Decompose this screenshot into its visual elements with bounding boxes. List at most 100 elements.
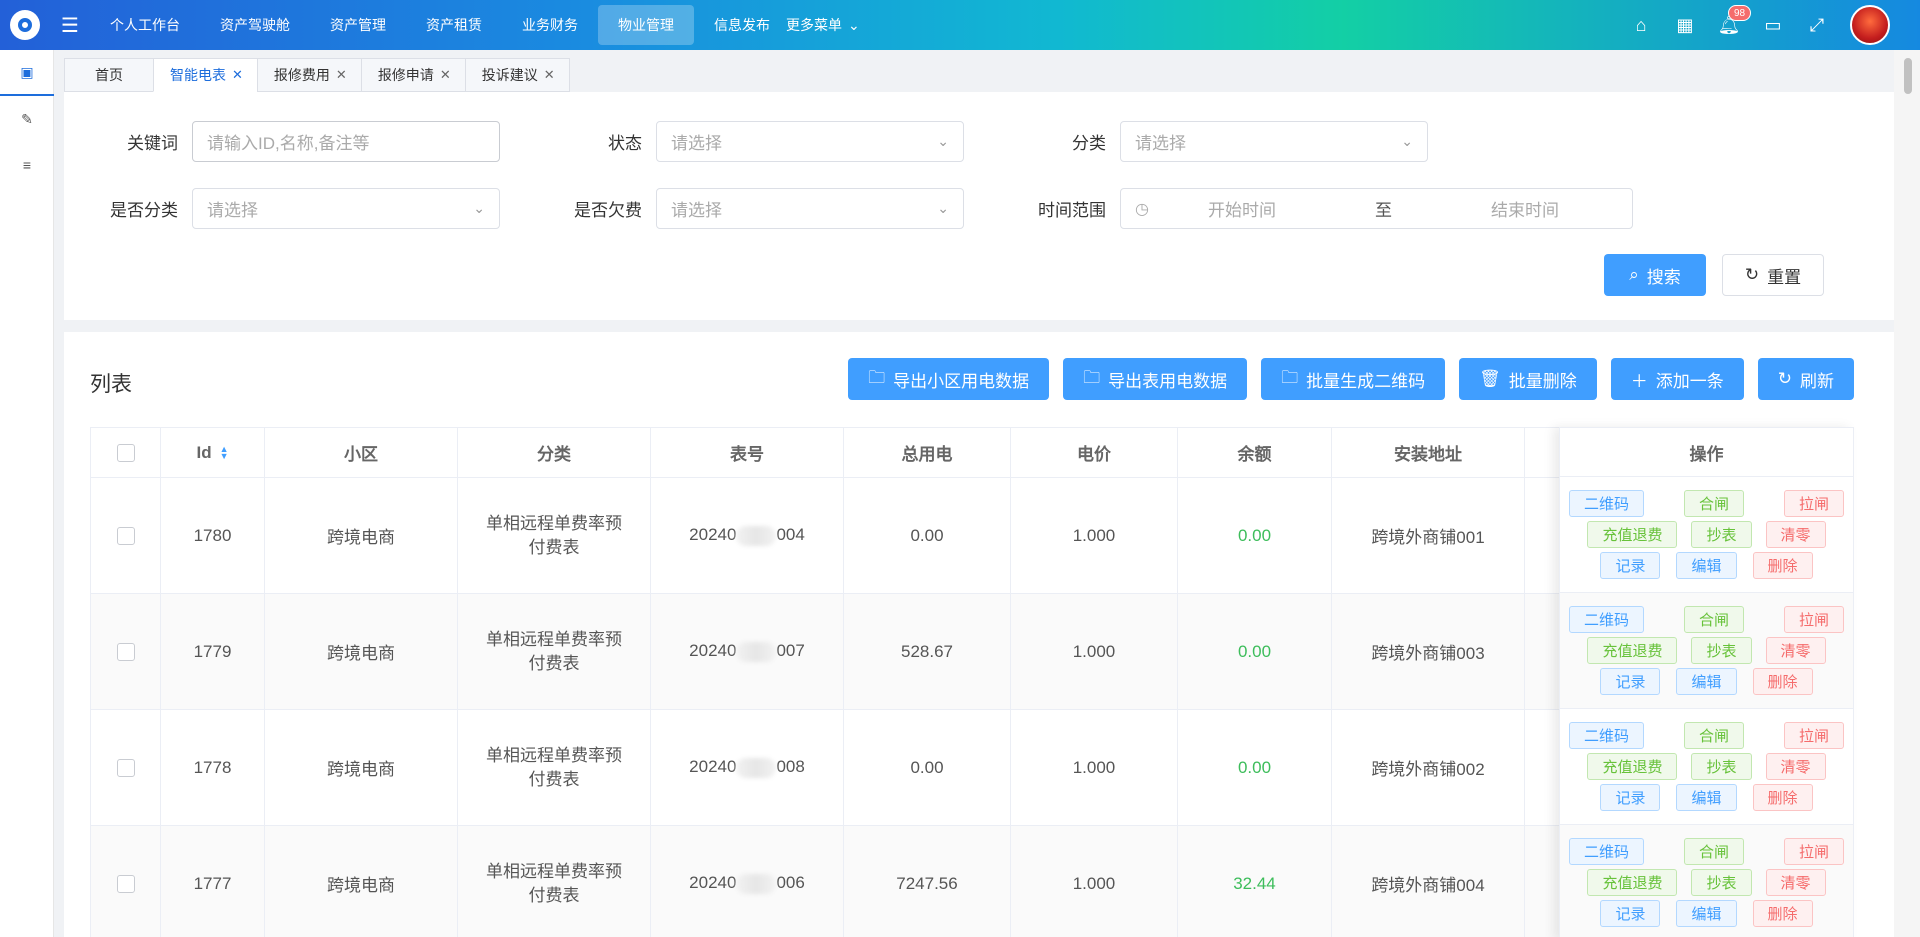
export-community-button[interactable]: 🗀︎ 导出小区用电数据 xyxy=(848,358,1050,400)
search-button[interactable]: ⌕ 搜索 xyxy=(1604,254,1706,296)
edit-button[interactable]: 编辑 xyxy=(1676,668,1737,695)
read-meter-button[interactable]: 抄表 xyxy=(1691,753,1752,780)
delete-button[interactable]: 删除 xyxy=(1752,784,1813,811)
recharge-refund-button[interactable]: 充值退费 xyxy=(1587,753,1678,780)
open-switch-button[interactable]: 拉闸 xyxy=(1784,606,1845,633)
end-time-input[interactable]: 结束时间 xyxy=(1432,196,1618,221)
col-balance-header: 余额 xyxy=(1177,427,1332,478)
qrcode-button[interactable]: 二维码 xyxy=(1568,722,1644,749)
tab-repair-requests[interactable]: 报修申请 ✕ xyxy=(360,58,465,92)
close-switch-button[interactable]: 合闸 xyxy=(1683,490,1744,517)
close-icon[interactable]: ✕ xyxy=(336,67,347,83)
more-menu-label: 更多菜单 xyxy=(786,17,842,33)
row-select-cell[interactable] xyxy=(90,825,161,937)
qrcode-button[interactable]: 二维码 xyxy=(1568,838,1644,865)
nav-item-workbench[interactable]: 个人工作台 xyxy=(90,5,200,45)
clear-button[interactable]: 清零 xyxy=(1765,521,1826,548)
reset-button[interactable]: ↻ 重置 xyxy=(1722,254,1824,296)
delete-button[interactable]: 删除 xyxy=(1752,668,1813,695)
tab-repair-fees[interactable]: 报修费用 ✕ xyxy=(256,58,361,92)
tab-home[interactable]: 首页 xyxy=(64,58,153,92)
community-cell: 跨境电商 xyxy=(264,825,458,937)
is-arrears-select[interactable]: 请选择 ⌄ xyxy=(656,188,964,229)
keyword-input[interactable]: 请输入ID,名称,备注等 xyxy=(192,121,500,162)
select-all-cell[interactable] xyxy=(90,427,161,478)
more-menu[interactable]: 更多菜单 ⌄ xyxy=(780,15,866,35)
col-meter-no-header: 表号 xyxy=(650,427,844,478)
clear-button[interactable]: 清零 xyxy=(1765,753,1826,780)
record-button[interactable]: 记录 xyxy=(1600,668,1661,695)
nav-item-property-management[interactable]: 物业管理 xyxy=(598,5,694,45)
home-icon[interactable]: ⌂ xyxy=(1630,14,1652,36)
nav-item-asset-leasing[interactable]: 资产租赁 xyxy=(406,5,502,45)
delete-button[interactable]: 删除 xyxy=(1752,552,1813,579)
tab-smart-meter[interactable]: 智能电表 ✕ xyxy=(153,58,257,92)
is-classified-select[interactable]: 请选择 ⌄ xyxy=(192,188,500,229)
row-checkbox[interactable] xyxy=(116,875,135,894)
edit-button[interactable]: 编辑 xyxy=(1676,784,1737,811)
batch-delete-button[interactable]: 🗑︎ 批量删除 xyxy=(1459,358,1597,400)
record-button[interactable]: 记录 xyxy=(1600,784,1661,811)
close-icon[interactable]: ✕ xyxy=(232,67,243,83)
sort-icon[interactable]: ▲ ▼ xyxy=(220,445,229,461)
open-switch-button[interactable]: 拉闸 xyxy=(1784,722,1845,749)
apps-grid-icon[interactable]: ▦ xyxy=(1674,14,1696,36)
rail-edit-icon[interactable]: ✎ xyxy=(0,96,54,142)
delete-button[interactable]: 删除 xyxy=(1752,900,1813,927)
edit-button[interactable]: 编辑 xyxy=(1676,552,1737,579)
rail-list-icon[interactable]: ≡ xyxy=(0,142,54,188)
row-select-cell[interactable] xyxy=(90,477,161,594)
recharge-refund-button[interactable]: 充值退费 xyxy=(1587,521,1678,548)
user-avatar[interactable] xyxy=(1850,5,1890,45)
scroll-thumb[interactable] xyxy=(1904,58,1912,94)
recharge-refund-button[interactable]: 充值退费 xyxy=(1587,637,1678,664)
select-all-checkbox[interactable] xyxy=(116,444,135,463)
qrcode-button[interactable]: 二维码 xyxy=(1568,490,1644,517)
open-switch-button[interactable]: 拉闸 xyxy=(1784,838,1845,865)
clear-button[interactable]: 清零 xyxy=(1765,869,1826,896)
edit-button[interactable]: 编辑 xyxy=(1676,900,1737,927)
col-id-header[interactable]: Id ▲ ▼ xyxy=(160,427,265,478)
time-range-picker[interactable]: ◷ 开始时间 至 结束时间 xyxy=(1120,188,1633,229)
chevron-down-icon: ⌄ xyxy=(937,133,949,149)
record-button[interactable]: 记录 xyxy=(1600,552,1661,579)
clear-button[interactable]: 清零 xyxy=(1765,637,1826,664)
batch-qrcode-button[interactable]: 🗀︎ 批量生成二维码 xyxy=(1261,358,1446,400)
app-logo[interactable] xyxy=(0,0,50,50)
tab-complaints[interactable]: 投诉建议 ✕ xyxy=(464,58,570,92)
record-button[interactable]: 记录 xyxy=(1600,900,1661,927)
read-meter-button[interactable]: 抄表 xyxy=(1691,869,1752,896)
close-switch-button[interactable]: 合闸 xyxy=(1683,606,1744,633)
close-icon[interactable]: ✕ xyxy=(440,67,451,83)
qrcode-button[interactable]: 二维码 xyxy=(1568,606,1644,633)
rail-dashboard-icon[interactable]: ▣ xyxy=(0,50,54,96)
close-switch-button[interactable]: 合闸 xyxy=(1683,838,1744,865)
page-scrollbar[interactable] xyxy=(1894,50,1920,937)
close-switch-button[interactable]: 合闸 xyxy=(1683,722,1744,749)
monitor-icon[interactable]: ▭ xyxy=(1762,14,1784,36)
open-switch-button[interactable]: 拉闸 xyxy=(1784,490,1845,517)
row-select-cell[interactable] xyxy=(90,709,161,826)
nav-item-cockpit[interactable]: 资产驾驶舱 xyxy=(200,5,310,45)
row-select-cell[interactable] xyxy=(90,593,161,710)
menu-toggle-icon[interactable]: ☰ xyxy=(50,0,90,50)
row-checkbox[interactable] xyxy=(116,643,135,662)
row-checkbox[interactable] xyxy=(116,527,135,546)
bell-icon[interactable]: 🔔︎ 98 xyxy=(1718,5,1752,36)
nav-item-info-publish[interactable]: 信息发布 xyxy=(694,5,780,45)
recharge-refund-button[interactable]: 充值退费 xyxy=(1587,869,1678,896)
fullscreen-icon[interactable]: ⤢ xyxy=(1806,14,1828,36)
close-icon[interactable]: ✕ xyxy=(544,67,555,83)
add-one-button[interactable]: ＋ 添加一条 xyxy=(1610,358,1744,400)
status-select[interactable]: 请选择 ⌄ xyxy=(656,121,964,162)
row-checkbox[interactable] xyxy=(116,759,135,778)
nav-item-business-finance[interactable]: 业务财务 xyxy=(502,5,598,45)
read-meter-button[interactable]: 抄表 xyxy=(1691,637,1752,664)
export-meter-button[interactable]: 🗀︎ 导出表用电数据 xyxy=(1063,358,1248,400)
nav-item-asset-management[interactable]: 资产管理 xyxy=(310,5,406,45)
id-cell: 1779 xyxy=(160,593,265,710)
read-meter-button[interactable]: 抄表 xyxy=(1691,521,1752,548)
start-time-input[interactable]: 开始时间 xyxy=(1149,196,1335,221)
category-select[interactable]: 请选择 ⌄ xyxy=(1120,121,1428,162)
refresh-button[interactable]: ↻ 刷新 xyxy=(1757,358,1854,400)
